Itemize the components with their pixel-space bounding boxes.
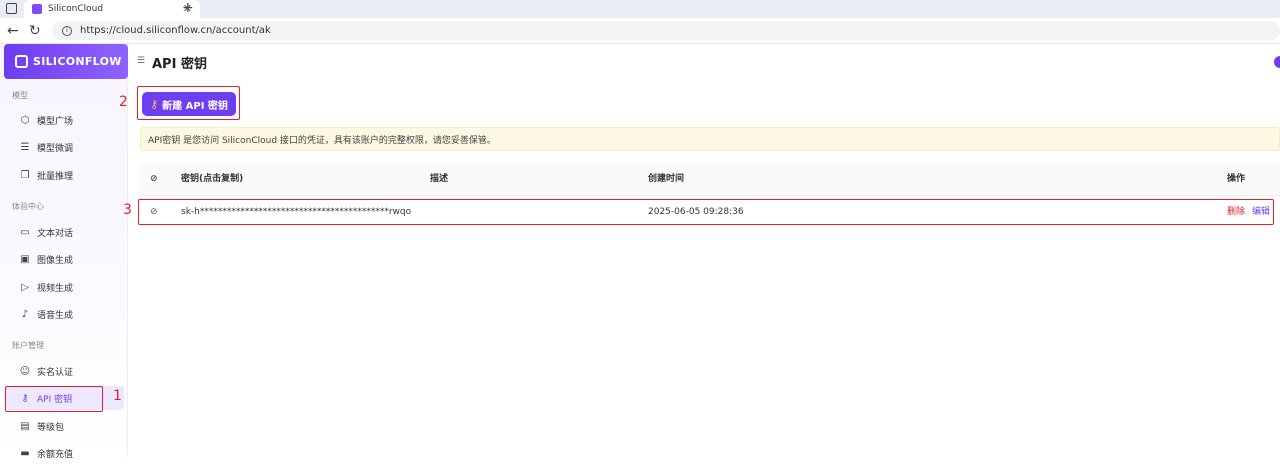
sidebar-item-chat[interactable]: ▭ 文本对话 [6,220,124,244]
sliders-icon: ☰ [20,141,30,153]
logo[interactable]: SILICONFLOW [4,44,128,79]
sidebar-item-video[interactable]: ▷ 视频生成 [6,275,124,299]
mic-icon: ♪ [21,308,29,320]
layers-icon: ❐ [20,169,30,181]
table-header: ⊘ 密钥(点击复制) 描述 创建时间 操作 [140,162,1280,196]
section-title-playground: 体验中心 [12,202,44,211]
section-title-account: 账户管理 [12,341,44,350]
sidebar-item-finetune[interactable]: ☰ 模型微调 [6,135,124,159]
chat-icon: ▭ [20,226,30,238]
delete-button[interactable]: 删除 [1227,199,1245,225]
eye-off-icon[interactable]: ⊘ [150,199,158,225]
api-key-value[interactable]: sk-h************************************… [181,199,411,225]
key-icon: ⚷ [150,97,159,111]
back-icon[interactable]: ← [7,23,19,39]
site-info-icon[interactable]: i [62,25,72,36]
section-title-models: 模型 [12,91,28,100]
user-check-icon: ☺ [19,365,31,377]
sidebar-item-model-square[interactable]: ⬡ 模型广场 [6,108,124,132]
edit-button[interactable]: 编辑 [1252,199,1270,225]
new-tab-button[interactable]: + [182,0,194,16]
notice-text: API密钥 是您访问 SiliconCloud 接口的凭证，具有该账户的完整权限… [148,135,496,146]
avatar[interactable] [1274,56,1280,68]
sidebar-item-verification[interactable]: ☺ 实名认证 [6,359,124,383]
col-description: 描述 [430,174,449,184]
table-row: ⊘ sk-h**********************************… [140,199,1273,225]
reload-icon[interactable]: ↻ [29,23,41,39]
cube-icon: ⬡ [20,114,30,126]
annotation-1: 1 [113,388,122,404]
url-text: https://cloud.siliconflow.cn/account/ak [80,25,271,36]
logo-text: SILICONFLOW [33,55,122,68]
notice-banner: API密钥 是您访问 SiliconCloud 接口的凭证，具有该账户的完整权限… [140,127,1280,151]
tab-title: SiliconCloud [48,4,104,14]
sidebar-toggle-icon[interactable] [6,3,17,14]
url-input[interactable]: i https://cloud.siliconflow.cn/account/a… [52,21,1280,40]
highlight-box-1 [5,386,103,412]
sidebar-item-image[interactable]: ▣ 图像生成 [6,247,124,271]
address-bar: ← ↻ i https://cloud.siliconflow.cn/accou… [0,18,1280,44]
sidebar-item-batch[interactable]: ❐ 批量推理 [6,163,124,187]
sidebar-item-speech[interactable]: ♪ 语音生成 [6,302,124,326]
logo-icon [15,55,28,68]
page-title: API 密钥 [152,57,207,72]
col-actions: 操作 [1227,174,1246,184]
browser-tab[interactable]: SiliconCloud ✕ [24,0,200,18]
col-created: 创建时间 [648,174,685,184]
wallet-icon: ▤ [20,420,30,432]
browser-tab-bar: SiliconCloud ✕ + [0,0,1280,18]
key-created-time: 2025-06-05 09:28:36 [648,207,744,217]
sidebar-item-packages[interactable]: ▤ 等级包 [6,414,124,438]
image-icon: ▣ [20,253,30,265]
favicon-icon [32,4,42,14]
eye-off-icon[interactable]: ⊘ [150,162,158,196]
annotation-2: 2 [119,94,128,110]
annotation-3: 3 [123,202,132,218]
video-icon: ▷ [21,281,29,293]
sidebar-item-recharge[interactable]: ▬ 余额充值 [6,441,124,465]
new-api-key-button[interactable]: ⚷ 新建 API 密钥 [142,92,236,116]
menu-icon[interactable]: ☰ [137,56,145,66]
col-key: 密钥(点击复制) [181,174,244,184]
